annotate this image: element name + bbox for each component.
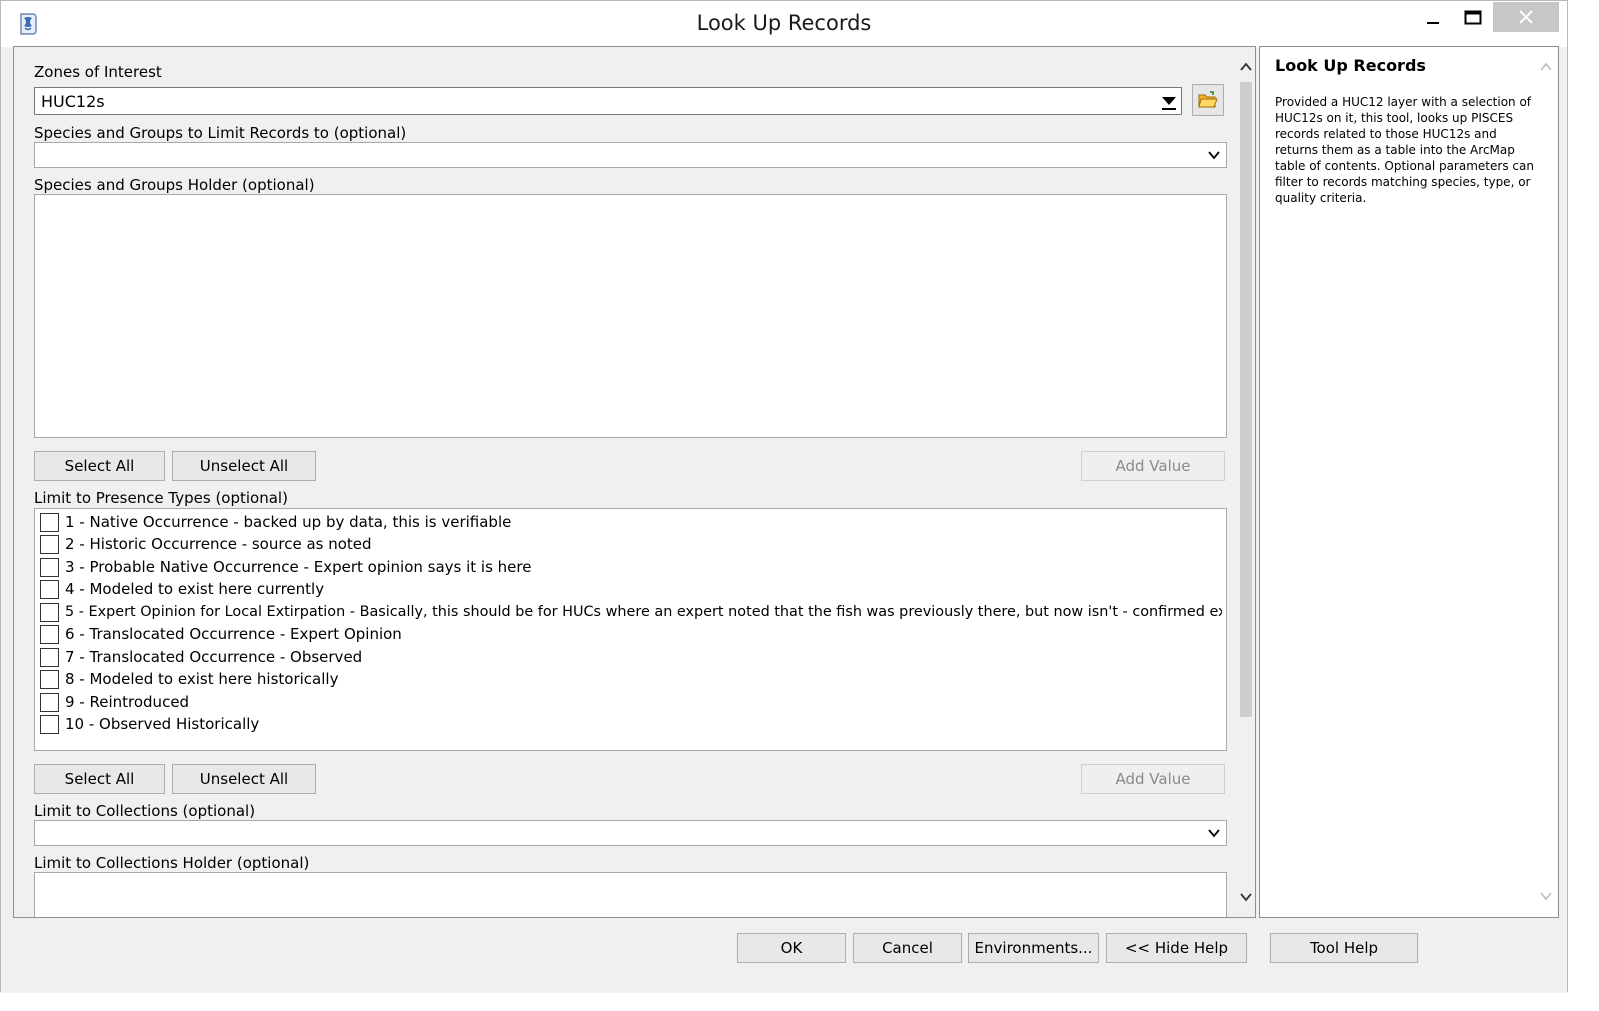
environments-button[interactable]: Environments... — [968, 933, 1099, 963]
presence-type-item[interactable]: 9 - Reintroduced — [40, 691, 189, 713]
dropdown-arrow-icon[interactable] — [1161, 96, 1177, 110]
chevron-down-icon — [1208, 151, 1220, 160]
maximize-button[interactable] — [1453, 1, 1493, 35]
chevron-down-icon — [1208, 829, 1220, 838]
presence-types-label: Limit to Presence Types (optional) — [34, 489, 288, 507]
checkbox[interactable] — [40, 534, 59, 554]
presence-type-label: 7 - Translocated Occurrence - Observed — [65, 648, 363, 666]
add-value-button[interactable]: Add Value — [1081, 764, 1225, 794]
presence-types-checklist: 1 - Native Occurrence - backed up by dat… — [34, 508, 1227, 751]
checkbox[interactable] — [40, 647, 59, 667]
select-all-button[interactable]: Select All — [34, 764, 165, 794]
checkbox[interactable] — [40, 512, 59, 532]
minimize-button[interactable] — [1413, 1, 1453, 35]
checkbox[interactable] — [40, 602, 59, 622]
presence-type-item[interactable]: 4 - Modeled to exist here currently — [40, 578, 324, 600]
zones-label: Zones of Interest — [34, 63, 162, 81]
presence-type-label: 2 - Historic Occurrence - source as note… — [65, 535, 372, 553]
unselect-all-button[interactable]: Unselect All — [172, 451, 316, 481]
presence-type-label: 3 - Probable Native Occurrence - Expert … — [65, 558, 532, 576]
zones-value: HUC12s — [41, 92, 105, 111]
presence-type-label: 1 - Native Occurrence - backed up by dat… — [65, 513, 512, 531]
presence-type-item[interactable]: 3 - Probable Native Occurrence - Expert … — [40, 556, 531, 578]
parameters-panel: Zones of Interest HUC12s Species and Gro… — [13, 46, 1256, 918]
presence-type-item[interactable]: 6 - Translocated Occurrence - Expert Opi… — [40, 623, 402, 645]
presence-type-label: 4 - Modeled to exist here currently — [65, 580, 325, 598]
checkbox[interactable] — [40, 692, 59, 712]
dialog-button-bar: OK Cancel Environments... << Hide Help T… — [1, 919, 1567, 993]
chevron-up-icon[interactable] — [1540, 61, 1552, 73]
window-title: Look Up Records — [696, 11, 872, 35]
tool-dialog-window: Look Up Records Zones of Interest HUC12s… — [0, 0, 1568, 993]
help-text: Provided a HUC12 layer with a selection … — [1275, 95, 1534, 205]
collections-label: Limit to Collections (optional) — [34, 802, 256, 820]
hide-help-button[interactable]: << Hide Help — [1106, 933, 1247, 963]
checkbox[interactable] — [40, 579, 59, 599]
ok-button[interactable]: OK — [737, 933, 846, 963]
presence-type-label: 5 - Expert Opinion for Local Extirpation… — [65, 604, 1222, 620]
presence-type-item[interactable]: 8 - Modeled to exist here historically — [40, 668, 338, 690]
tool-help-button[interactable]: Tool Help — [1270, 933, 1418, 963]
cancel-button[interactable]: Cancel — [853, 933, 962, 963]
presence-type-item[interactable]: 10 - Observed Historically — [40, 713, 259, 735]
open-folder-icon — [1198, 91, 1218, 108]
presence-type-item[interactable]: 2 - Historic Occurrence - source as note… — [40, 533, 372, 555]
presence-type-label: 8 - Modeled to exist here historically — [65, 670, 339, 688]
presence-type-label: 9 - Reintroduced — [65, 693, 190, 711]
presence-type-item[interactable]: 1 - Native Occurrence - backed up by dat… — [40, 511, 511, 533]
chevron-down-icon[interactable] — [1240, 891, 1252, 903]
species-label: Species and Groups to Limit Records to (… — [34, 124, 407, 142]
checkbox[interactable] — [40, 669, 59, 689]
collections-holder-label: Limit to Collections Holder (optional) — [34, 854, 310, 872]
collections-holder-list[interactable] — [34, 872, 1227, 917]
presence-type-label: 6 - Translocated Occurrence - Expert Opi… — [65, 625, 402, 643]
browse-button[interactable] — [1192, 84, 1224, 116]
chevron-down-icon[interactable] — [1540, 890, 1552, 902]
add-value-button[interactable]: Add Value — [1081, 451, 1225, 481]
chevron-up-icon[interactable] — [1240, 61, 1252, 73]
species-holder-list[interactable] — [34, 194, 1227, 438]
checkbox[interactable] — [40, 714, 59, 734]
collections-dropdown[interactable] — [34, 820, 1227, 846]
title-bar: Look Up Records — [1, 1, 1567, 47]
presence-type-label: 10 - Observed Historically — [65, 715, 260, 733]
checkbox[interactable] — [40, 557, 59, 577]
close-button[interactable] — [1493, 2, 1559, 32]
checkbox[interactable] — [40, 624, 59, 644]
presence-type-item[interactable]: 7 - Translocated Occurrence - Observed — [40, 646, 362, 668]
help-panel: Look Up Records Provided a HUC12 layer w… — [1259, 46, 1559, 918]
presence-type-item[interactable]: 5 - Expert Opinion for Local Extirpation… — [40, 601, 1222, 623]
zones-combobox[interactable]: HUC12s — [34, 87, 1182, 115]
help-title: Look Up Records — [1275, 56, 1426, 75]
unselect-all-button[interactable]: Unselect All — [172, 764, 316, 794]
close-icon — [1519, 10, 1533, 24]
vertical-scrollbar[interactable] — [1238, 55, 1254, 913]
select-all-button[interactable]: Select All — [34, 451, 165, 481]
species-holder-label: Species and Groups Holder (optional) — [34, 176, 315, 194]
maximize-icon — [1464, 10, 1482, 25]
minimize-icon — [1427, 22, 1439, 24]
scrollbar-thumb[interactable] — [1240, 82, 1252, 717]
species-dropdown[interactable] — [34, 142, 1227, 168]
